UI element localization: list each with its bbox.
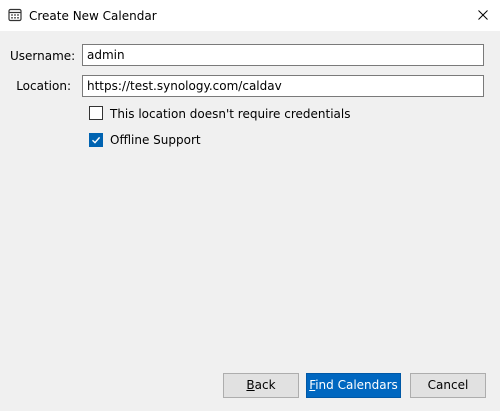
close-button[interactable] xyxy=(466,0,500,31)
title-bar: Create New Calendar xyxy=(0,0,500,31)
location-label: Location: xyxy=(16,79,71,93)
cancel-button[interactable]: Cancel xyxy=(410,373,486,398)
location-field[interactable] xyxy=(82,75,484,97)
window-title: Create New Calendar xyxy=(29,9,157,23)
find-calendars-label: ind Calendars xyxy=(315,378,398,392)
offline-support-label[interactable]: Offline Support xyxy=(110,132,201,148)
no-credentials-checkbox[interactable] xyxy=(89,106,103,120)
back-button[interactable]: Back xyxy=(223,373,299,398)
back-label: ack xyxy=(254,378,276,392)
username-label: Username: xyxy=(10,49,76,63)
calendar-icon xyxy=(8,8,22,22)
offline-support-checkbox[interactable] xyxy=(89,133,103,147)
back-mnemonic: B xyxy=(246,378,255,392)
find-calendars-button[interactable]: Find Calendars xyxy=(306,373,401,398)
close-icon xyxy=(478,9,488,23)
checkmark-icon xyxy=(92,136,101,144)
username-field[interactable] xyxy=(82,44,484,66)
no-credentials-label[interactable]: This location doesn't require credential… xyxy=(110,106,351,122)
